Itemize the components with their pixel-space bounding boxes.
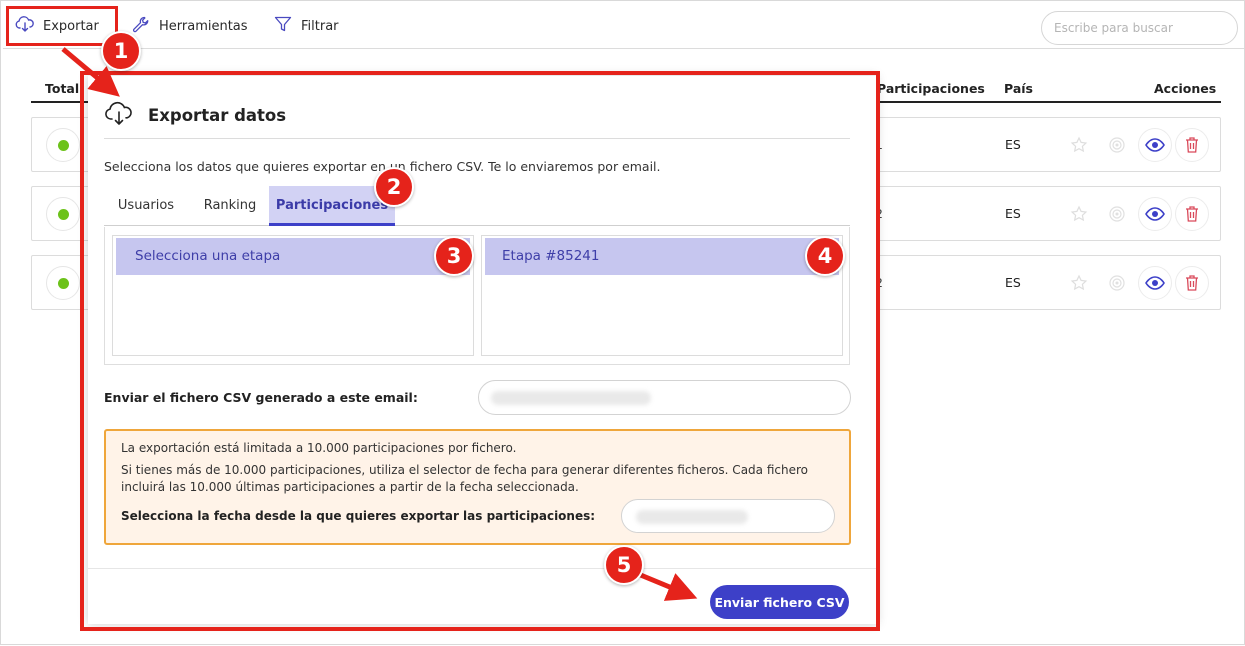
delete-icon[interactable] xyxy=(1175,128,1209,162)
export-limit-notice: La exportación está limitada a 10.000 pa… xyxy=(104,429,851,545)
notice-line-1: La exportación está limitada a 10.000 pa… xyxy=(121,441,517,455)
filter-icon xyxy=(273,15,301,37)
cloud-download-icon xyxy=(15,15,43,37)
export-button[interactable]: Exportar xyxy=(15,13,99,39)
export-tabs: Usuarios Ranking Participaciones xyxy=(104,186,850,226)
selected-stage-option[interactable]: Etapa #85241 xyxy=(485,238,839,275)
stage-list-option[interactable]: Selecciona una etapa xyxy=(116,238,470,275)
stage-list[interactable]: Selecciona una etapa xyxy=(112,235,474,356)
date-picker-field[interactable] xyxy=(621,499,835,533)
filter-label: Filtrar xyxy=(301,18,339,34)
status-dot xyxy=(58,209,69,220)
tools-label: Herramientas xyxy=(159,18,248,34)
target-icon[interactable] xyxy=(1100,266,1134,300)
step-badge-3: 3 xyxy=(434,236,474,276)
status-indicator xyxy=(46,128,80,162)
star-icon[interactable] xyxy=(1062,197,1096,231)
step-badge-4: 4 xyxy=(805,236,845,276)
target-icon[interactable] xyxy=(1100,197,1134,231)
status-indicator xyxy=(46,197,80,231)
country-header: País xyxy=(1004,81,1033,96)
country-value: ES xyxy=(1005,137,1021,152)
delete-icon[interactable] xyxy=(1175,266,1209,300)
export-label: Exportar xyxy=(43,18,99,34)
tools-button[interactable]: Herramientas xyxy=(131,13,248,39)
toolbar: Exportar Herramientas Filtrar xyxy=(3,5,1244,49)
country-value: ES xyxy=(1005,206,1021,221)
modal-title: Exportar datos xyxy=(148,105,287,125)
export-modal: Exportar datos Selecciona los datos que … xyxy=(88,76,877,624)
total-header: Total: xyxy=(45,81,85,96)
view-icon[interactable] xyxy=(1138,197,1172,231)
divider xyxy=(104,138,850,139)
view-icon[interactable] xyxy=(1138,266,1172,300)
step-badge-2: 2 xyxy=(374,167,414,207)
step-badge-5: 5 xyxy=(604,545,644,585)
view-icon[interactable] xyxy=(1138,128,1172,162)
step-badge-1: 1 xyxy=(101,31,141,71)
filter-button[interactable]: Filtrar xyxy=(273,13,339,39)
actions-header: Acciones xyxy=(1154,81,1217,96)
modal-header: Exportar datos xyxy=(104,100,286,130)
cloud-download-icon xyxy=(104,100,134,130)
tab-ranking[interactable]: Ranking xyxy=(192,186,268,226)
star-icon[interactable] xyxy=(1062,128,1096,162)
wrench-icon xyxy=(131,15,159,37)
country-value: ES xyxy=(1005,275,1021,290)
stage-selector-area: Selecciona una etapa Etapa #85241 xyxy=(104,227,850,365)
target-icon[interactable] xyxy=(1100,128,1134,162)
tab-users[interactable]: Usuarios xyxy=(104,186,188,226)
send-csv-button[interactable]: Enviar fichero CSV xyxy=(710,585,849,619)
notice-line-2: Si tienes más de 10.000 participaciones,… xyxy=(121,463,808,494)
app-window: Exportar Herramientas Filtrar Total: Par… xyxy=(0,0,1245,645)
blurred-value xyxy=(636,510,748,524)
search-input[interactable] xyxy=(1041,11,1238,45)
email-field[interactable] xyxy=(478,380,851,415)
status-dot xyxy=(58,278,69,289)
footer-divider xyxy=(88,568,877,569)
status-indicator xyxy=(46,266,80,300)
email-label: Enviar el fichero CSV generado a este em… xyxy=(104,390,418,405)
star-icon[interactable] xyxy=(1062,266,1096,300)
blurred-value xyxy=(491,391,651,405)
status-dot xyxy=(58,140,69,151)
date-label: Selecciona la fecha desde la que quieres… xyxy=(121,509,596,523)
participations-header: Participaciones xyxy=(877,81,985,96)
delete-icon[interactable] xyxy=(1175,197,1209,231)
selected-stage-list[interactable]: Etapa #85241 xyxy=(481,235,843,356)
